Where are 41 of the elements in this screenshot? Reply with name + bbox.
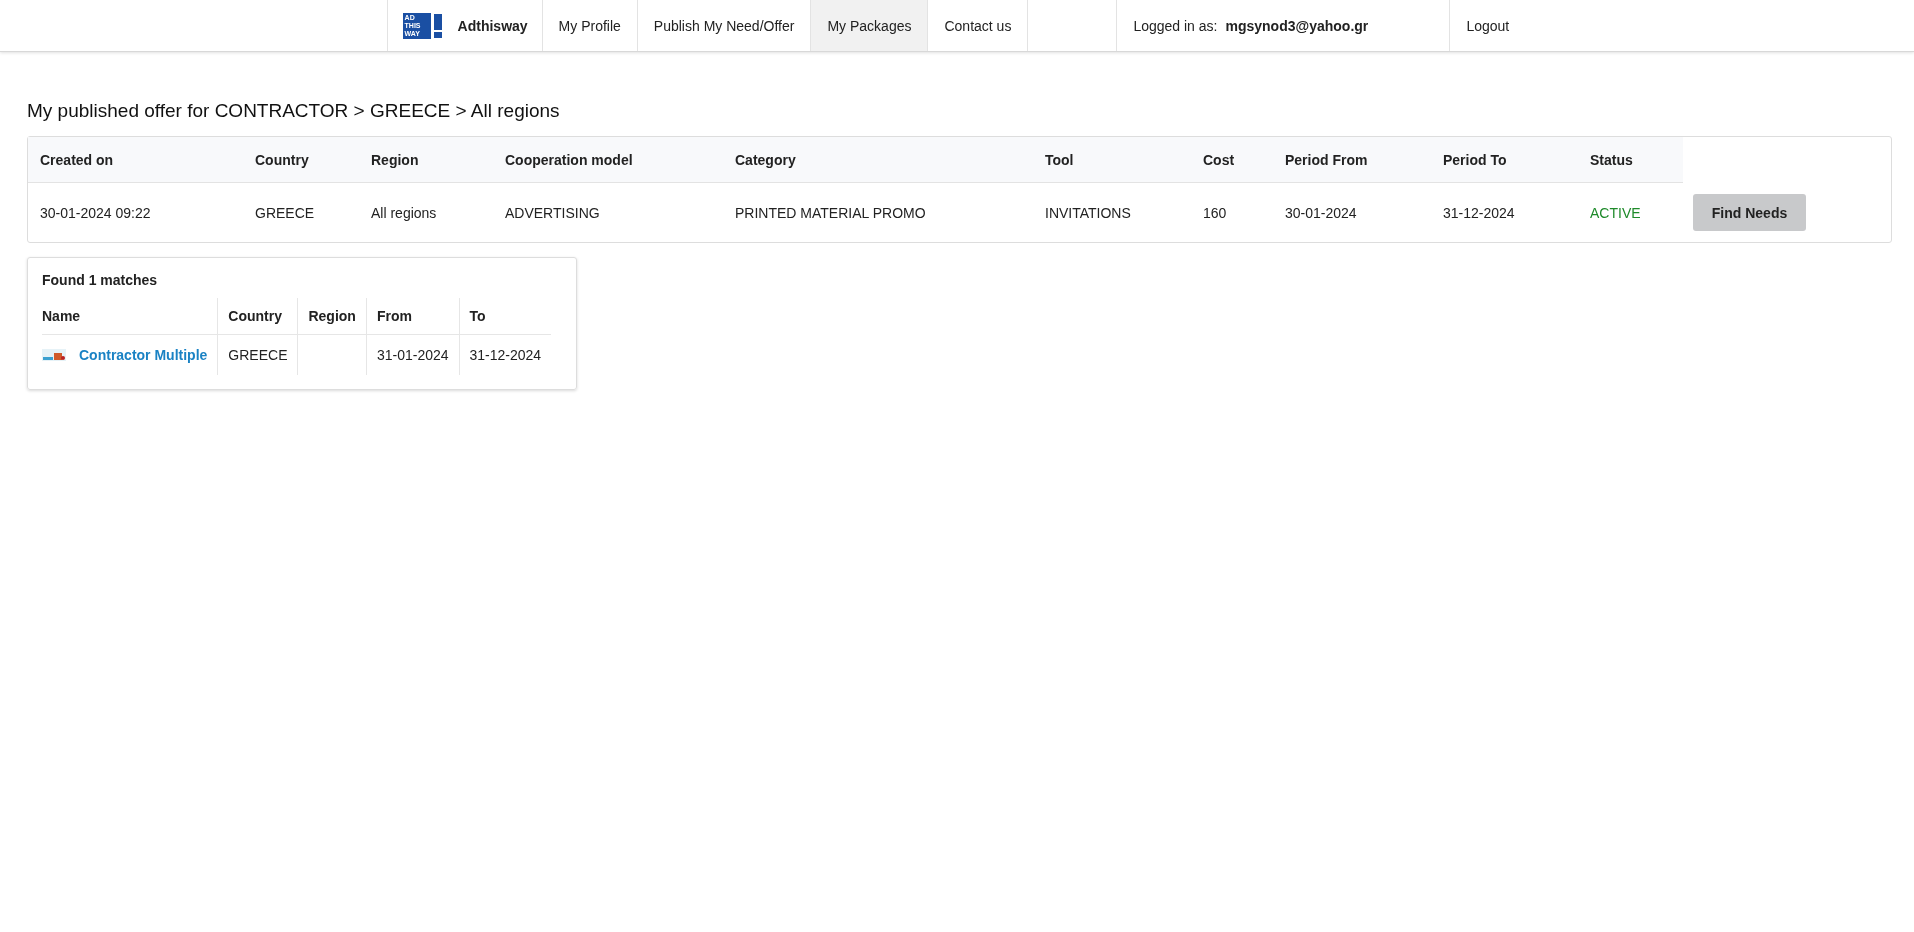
column-header: To [459, 298, 552, 335]
column-header: Tool [1033, 137, 1191, 183]
matches-title: Found 1 matches [42, 272, 159, 288]
nav-link[interactable]: My Profile [541, 0, 637, 51]
nav-link[interactable]: My Packages [810, 0, 928, 51]
table-cell-text: INVITATIONS [1044, 204, 1132, 221]
match-link[interactable]: Contractor Multiple [79, 347, 208, 363]
table-cell-text: GREECE [254, 204, 316, 221]
column-header: Cost [1191, 137, 1273, 183]
column-header: Country [243, 137, 359, 183]
exclamation-icon [433, 13, 442, 38]
table-cell: GREECE [217, 334, 298, 375]
logout-link[interactable]: Logout [1449, 0, 1541, 51]
table-cell-text: 30-01-2024 [1284, 204, 1358, 221]
table-cell-text: 30-01-2024 09:22 [39, 204, 152, 221]
brand-name[interactable]: Adthisway [457, 17, 528, 34]
find-needs-button[interactable]: Find Needs [1693, 194, 1806, 231]
column-header: Country [217, 298, 298, 335]
table-cell-text: ACTIVE [1589, 204, 1642, 221]
column-header: Period From [1273, 137, 1431, 183]
table-cell-text: 31-12-2024 [1442, 204, 1516, 221]
table-cell: 31-12-2024 [459, 334, 552, 375]
user-email: mgsynod3@yahoo.gr [1225, 17, 1369, 34]
table-cell-text: ADVERTISING [504, 204, 601, 221]
column-header: From [366, 298, 460, 335]
page-heading: My published offer for CONTRACTOR > GREECE > All regions [27, 99, 561, 123]
nav-link[interactable]: Contact us [927, 0, 1028, 51]
column-header: Region [359, 137, 493, 183]
table-cell-text: 160 [1202, 204, 1228, 221]
column-header: Status [1578, 137, 1683, 183]
column-header: Region [297, 298, 367, 335]
column-header: Category [723, 137, 1033, 183]
thumbnail-icon [42, 349, 66, 361]
logged-in-label: Logged in as: [1133, 17, 1218, 34]
table-cell: 31-01-2024 [366, 334, 460, 375]
column-header: Name [42, 298, 218, 335]
column-header: Cooperation model [493, 137, 723, 183]
table-cell-text: PRINTED MATERIAL PROMO [734, 204, 927, 221]
table-cell-text: All regions [370, 204, 438, 221]
column-header: Created on [28, 137, 243, 183]
column-header: Period To [1431, 137, 1578, 183]
